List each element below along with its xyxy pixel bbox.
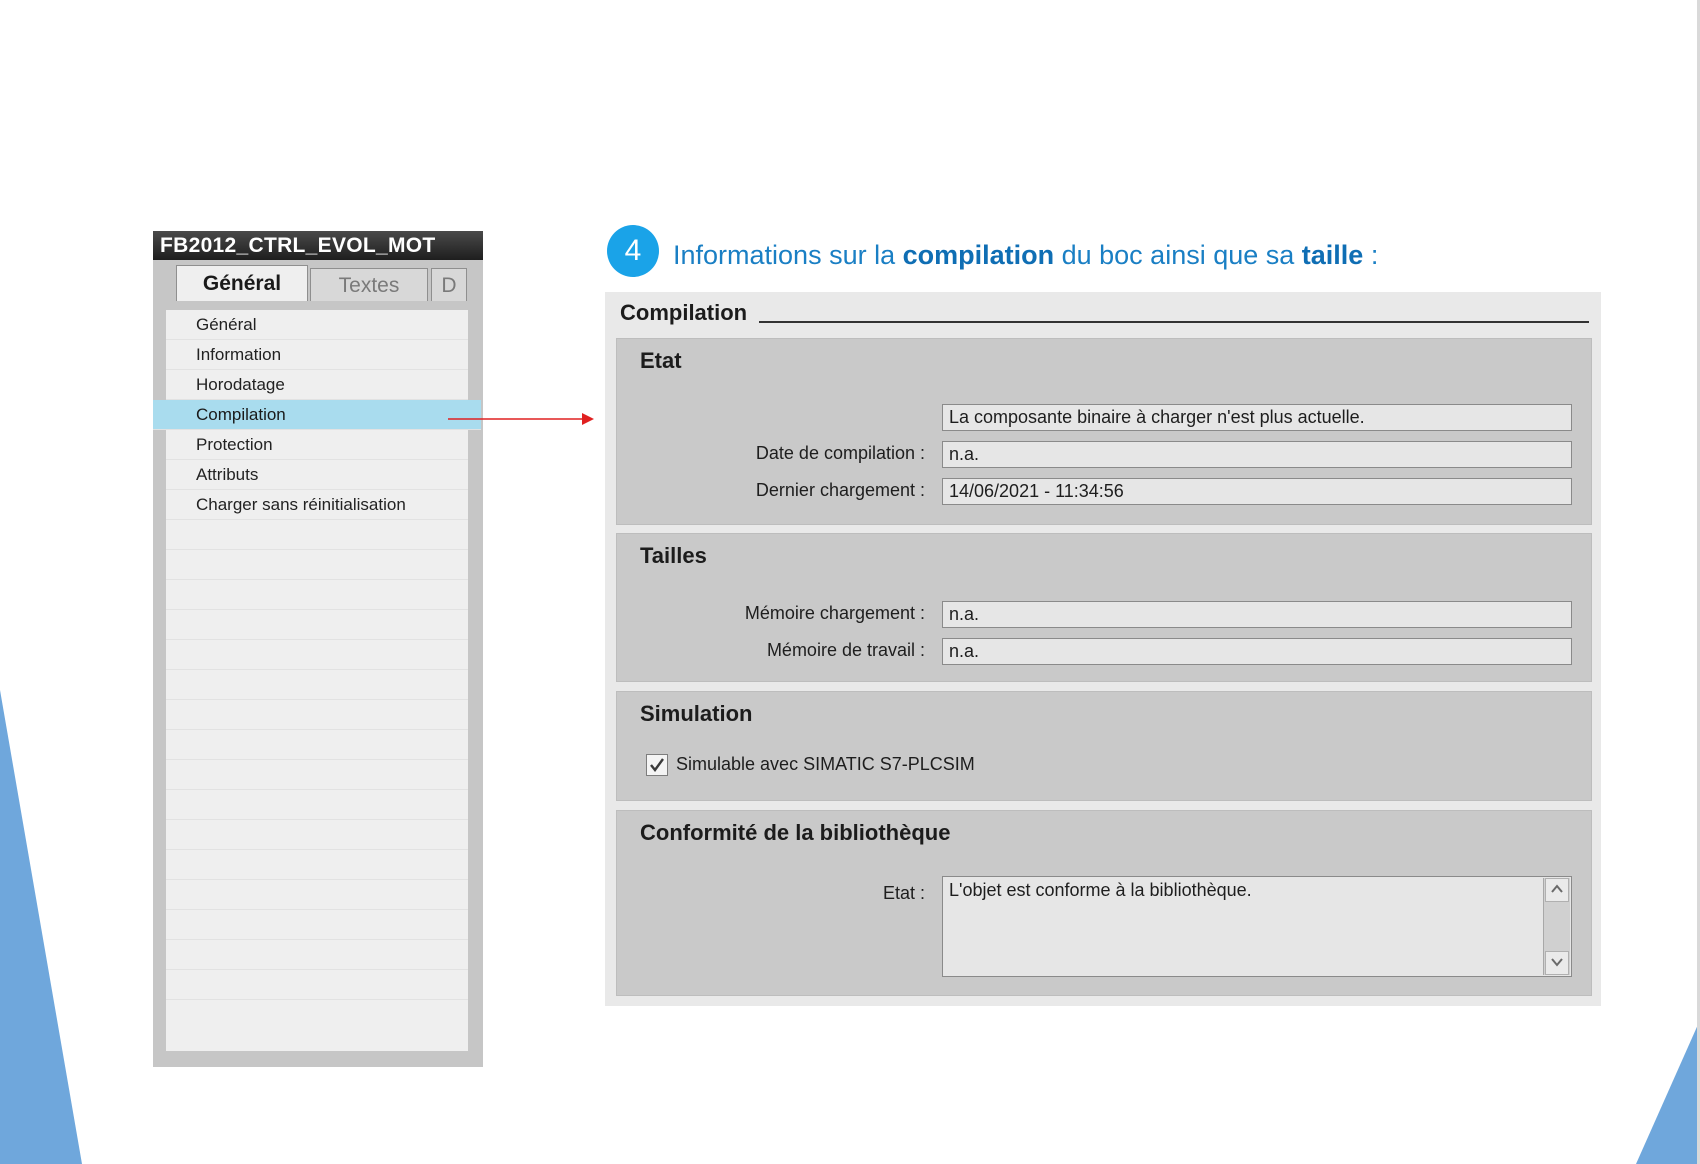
section-etat: Etat La composante binaire à charger n'e… — [616, 338, 1592, 525]
list-item-charger[interactable]: Charger sans réinitialisation — [166, 490, 468, 520]
library-state-field[interactable]: L'objet est conforme à la bibliothèque. — [942, 876, 1572, 977]
section-simulation: Simulation Simulable avec SIMATIC S7-PLC… — [616, 691, 1592, 801]
work-memory-label: Mémoire de travail : — [766, 640, 925, 660]
tab-bar: Général Textes D — [153, 260, 483, 301]
list-empty-row — [166, 880, 468, 910]
date-label: Date de compilation : — [755, 443, 925, 463]
section-title-tailles: Tailles — [640, 543, 707, 568]
list-empty-row — [166, 850, 468, 880]
list-empty-row — [166, 790, 468, 820]
step-text-bold-taille: taille — [1301, 240, 1364, 270]
tab-d[interactable]: D — [431, 268, 467, 301]
panel-title: FB2012_CTRL_EVOL_MOT — [153, 231, 483, 260]
list-item-horodatage[interactable]: Horodatage — [166, 370, 468, 400]
tab-textes[interactable]: Textes — [310, 268, 428, 301]
list-empty-row — [166, 580, 468, 610]
right-blue-triangle — [1630, 1020, 1700, 1164]
last-load-label: Dernier chargement : — [755, 480, 925, 500]
list-empty-row — [166, 730, 468, 760]
section-title-etat: Etat — [640, 348, 682, 373]
vertical-scrollbar[interactable] — [1543, 878, 1570, 975]
library-state-label: Etat : — [882, 883, 925, 903]
last-load-field[interactable]: 14/06/2021 - 11:34:56 — [942, 478, 1572, 505]
section-library: Conformité de la bibliothèque Etat : L'o… — [616, 810, 1592, 996]
step-number-badge: 4 — [607, 225, 659, 277]
step-text-part: Informations sur la — [673, 240, 903, 270]
compilation-panel: Compilation Etat La composante binaire à… — [605, 292, 1601, 1006]
scroll-up-button[interactable] — [1545, 878, 1569, 902]
list-empty-row — [166, 970, 468, 1000]
library-state-text: L'objet est conforme à la bibliothèque. — [949, 880, 1252, 900]
list-empty-row — [166, 700, 468, 730]
list-empty-row — [166, 640, 468, 670]
list-empty-row — [166, 940, 468, 970]
simulation-checkbox[interactable] — [646, 754, 668, 776]
load-memory-field[interactable]: n.a. — [942, 601, 1572, 628]
list-empty-row — [166, 520, 468, 550]
tab-general[interactable]: Général — [176, 265, 308, 301]
left-blue-triangle — [0, 690, 90, 1164]
compilation-header: Compilation — [620, 300, 748, 325]
step-text-part: du boc ainsi que sa — [1054, 240, 1302, 270]
header-divider — [759, 321, 1589, 323]
date-field[interactable]: n.a. — [942, 441, 1572, 468]
step-text-bold-compilation: compilation — [902, 240, 1055, 270]
list-item-protection[interactable]: Protection — [166, 430, 468, 460]
list-empty-row — [166, 910, 468, 940]
section-title-library: Conformité de la bibliothèque — [640, 820, 951, 845]
step-text-part: : — [1363, 240, 1379, 270]
pointer-arrow — [448, 412, 594, 431]
property-list: Général Information Horodatage Compilati… — [153, 310, 481, 1051]
checkmark-icon — [650, 758, 664, 772]
scroll-down-button[interactable] — [1545, 951, 1569, 975]
list-empty-row — [166, 610, 468, 640]
section-tailles: Tailles Mémoire chargement : n.a. Mémoir… — [616, 533, 1592, 682]
list-empty-row — [166, 550, 468, 580]
work-memory-field[interactable]: n.a. — [942, 638, 1572, 665]
list-item-compilation[interactable]: Compilation — [153, 400, 481, 430]
status-field[interactable]: La composante binaire à charger n'est pl… — [942, 404, 1572, 431]
load-memory-label: Mémoire chargement : — [744, 603, 925, 623]
list-item-attributs[interactable]: Attributs — [166, 460, 468, 490]
list-item-general[interactable]: Général — [166, 310, 468, 340]
step-heading: Informations sur la compilation du boc a… — [673, 240, 1378, 271]
simulation-checkbox-label[interactable]: Simulable avec SIMATIC S7-PLCSIM — [676, 754, 975, 775]
properties-panel: FB2012_CTRL_EVOL_MOT Général Textes D Gé… — [153, 231, 483, 1067]
list-item-information[interactable]: Information — [166, 340, 468, 370]
chevron-down-icon — [1551, 958, 1563, 967]
list-empty-row — [166, 760, 468, 790]
list-empty-row — [166, 820, 468, 850]
chevron-up-icon — [1551, 884, 1563, 893]
list-empty-row — [166, 670, 468, 700]
section-title-simulation: Simulation — [640, 701, 753, 726]
